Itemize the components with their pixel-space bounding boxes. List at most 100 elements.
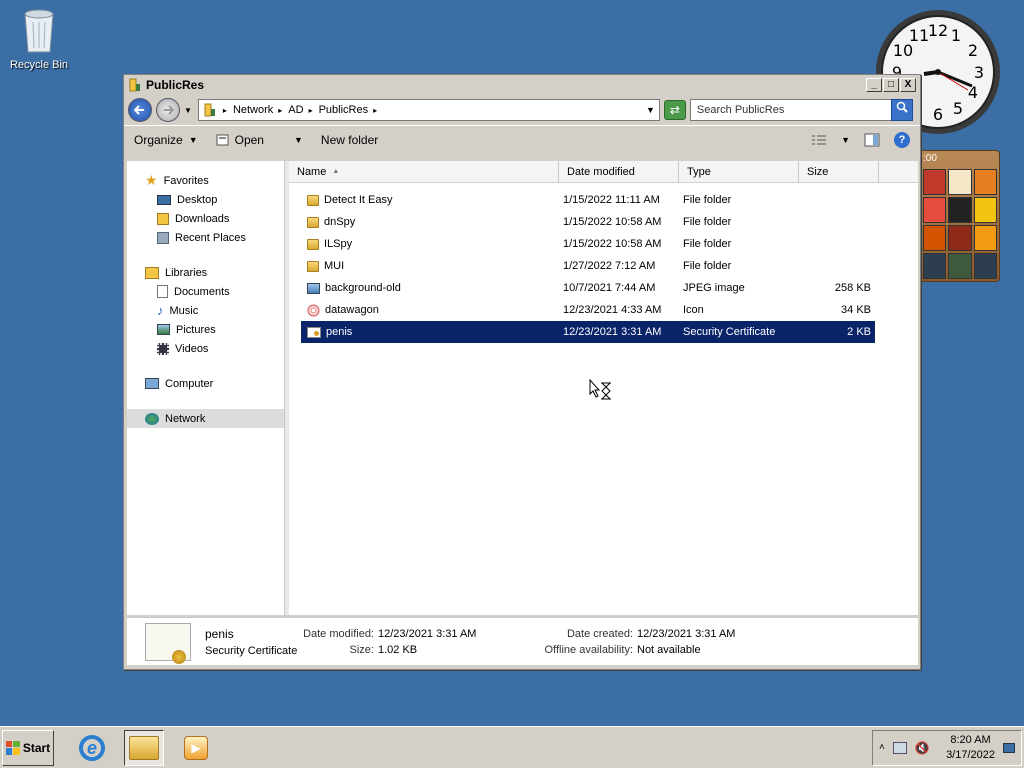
libraries-icon <box>145 266 159 279</box>
breadcrumb-arrow-icon[interactable]: ▸ <box>223 106 227 115</box>
nav-desktop[interactable]: Desktop <box>127 190 284 209</box>
history-dropdown-icon[interactable]: ▼ <box>184 106 192 115</box>
command-bar: Organize ▼ Open ▼ New folder ▼ ? <box>124 125 920 153</box>
file-date: 1/15/2022 10:58 AM <box>563 238 662 250</box>
help-button[interactable]: ? <box>894 131 910 148</box>
clock-number-1: 1 <box>951 26 961 45</box>
clock-number-12: 12 <box>928 21 948 40</box>
windows-explorer-icon <box>129 735 159 760</box>
videos-icon <box>157 342 169 355</box>
notification-area: ˄ 🔇 8:20 AM 3/17/2022 <box>872 729 1022 766</box>
file-size: 2 KB <box>847 326 871 338</box>
file-row[interactable]: dnSpy 1/15/2022 10:58 AM File folder <box>301 211 875 233</box>
minimize-button[interactable]: _ <box>866 78 882 92</box>
address-dropdown-icon[interactable]: ▼ <box>646 105 655 115</box>
column-label: Type <box>687 165 711 178</box>
preview-pane-icon[interactable] <box>864 133 880 147</box>
breadcrumb-arrow-icon: ▸ <box>308 105 313 115</box>
network-tray-icon[interactable] <box>892 741 907 754</box>
folder-icon <box>307 238 319 250</box>
breadcrumb-publicres[interactable]: PublicRes ▸ <box>319 104 378 116</box>
file-row[interactable]: MUI 1/27/2022 7:12 AM File folder <box>301 255 875 277</box>
column-label: Size <box>807 165 829 178</box>
address-bar[interactable]: ▸ Network ▸ AD ▸ PublicRes ▸ ▼ <box>197 99 660 121</box>
close-button[interactable]: X <box>900 78 916 92</box>
nav-documents[interactable]: Documents <box>127 282 284 301</box>
file-size: 258 KB <box>834 282 871 294</box>
file-row-selected[interactable]: penis 12/23/2021 3:31 AM Security Certif… <box>301 321 875 343</box>
volume-muted-icon[interactable]: 🔇 <box>915 741 930 755</box>
column-header-size[interactable]: Size <box>799 161 879 182</box>
navigation-pane: ★ Favorites Desktop Downloads Recent Pla… <box>127 161 285 615</box>
nav-recent-places[interactable]: Recent Places <box>127 228 284 247</box>
window-title: PublicRes <box>146 78 205 92</box>
refresh-button[interactable]: ⇄ <box>663 100 686 120</box>
windows-explorer-button[interactable] <box>124 729 164 766</box>
start-label: Start <box>22 740 51 755</box>
file-row[interactable]: ILSpy 1/15/2022 10:58 AM File folder <box>301 233 875 255</box>
file-date: 1/15/2022 10:58 AM <box>563 216 662 228</box>
file-name: datawagon <box>325 304 379 316</box>
open-label: Open <box>234 132 264 147</box>
internet-explorer-button[interactable]: e <box>72 730 112 766</box>
music-icon: ♪ <box>157 303 164 318</box>
explorer-body: ★ Favorites Desktop Downloads Recent Pla… <box>127 161 918 615</box>
nav-videos[interactable]: Videos <box>127 339 284 358</box>
column-header-date[interactable]: Date modified <box>559 161 679 182</box>
file-row[interactable]: background-old 10/7/2021 7:44 AM JPEG im… <box>301 277 875 299</box>
nav-pictures[interactable]: Pictures <box>127 320 284 339</box>
search-input[interactable]: Search PublicRes <box>689 99 913 121</box>
details-file-name: penis <box>205 626 234 641</box>
back-button[interactable] <box>128 98 152 122</box>
network-folder-icon <box>204 103 215 117</box>
star-icon: ★ <box>145 172 158 188</box>
show-hidden-icons-icon[interactable]: ˄ <box>879 742 885 753</box>
show-desktop-icon[interactable] <box>1003 742 1015 753</box>
puzzle-grid[interactable] <box>923 169 997 279</box>
breadcrumb-network[interactable]: Network ▸ <box>233 104 282 116</box>
column-header-name[interactable]: Name ▲ <box>289 161 559 182</box>
nav-label: Recent Places <box>175 231 246 244</box>
views-dropdown-icon[interactable]: ▼ <box>841 135 850 145</box>
file-type: Security Certificate <box>683 326 776 338</box>
clock-tray[interactable]: 8:20 AM 3/17/2022 <box>946 733 995 763</box>
nav-favorites[interactable]: ★ Favorites <box>127 171 284 190</box>
column-header-type[interactable]: Type <box>679 161 799 182</box>
nav-computer[interactable]: Computer <box>127 374 284 393</box>
details-file-type: Security Certificate <box>205 644 298 657</box>
title-bar[interactable]: PublicRes _ □ X <box>124 75 920 95</box>
picture-puzzle-gadget[interactable]: :00 <box>918 150 1000 282</box>
nav-downloads[interactable]: Downloads <box>127 209 284 228</box>
file-date: 1/15/2022 11:11 AM <box>563 194 660 206</box>
forward-button[interactable] <box>156 98 180 122</box>
details-offline: Not available <box>637 643 701 656</box>
clock-number-2: 2 <box>968 41 978 60</box>
recycle-bin[interactable]: Recycle Bin <box>8 6 70 71</box>
documents-icon <box>157 285 168 298</box>
breadcrumb-ad[interactable]: AD ▸ <box>288 104 312 116</box>
organize-button[interactable]: Organize ▼ <box>134 133 198 147</box>
file-row[interactable]: Detect It Easy 1/15/2022 11:11 AM File f… <box>301 189 875 211</box>
nav-libraries[interactable]: Libraries <box>127 263 284 282</box>
file-name: penis <box>326 326 353 338</box>
open-button[interactable]: Open ▼ <box>216 133 303 147</box>
folder-icon <box>307 216 319 228</box>
nav-label: Network <box>165 412 206 425</box>
nav-network[interactable]: Network <box>127 409 284 428</box>
media-player-button[interactable]: ▶ <box>176 730 216 766</box>
details-offline-label: Offline availability: <box>544 643 633 656</box>
new-folder-button[interactable]: New folder <box>321 133 378 147</box>
maximize-button[interactable]: □ <box>883 78 899 92</box>
computer-icon <box>145 378 159 389</box>
arrow-left-icon <box>134 105 144 115</box>
windows-logo-icon <box>5 740 20 755</box>
file-name: dnSpy <box>324 216 356 228</box>
file-row[interactable]: datawagon 12/23/2021 4:33 AM Icon 34 KB <box>301 299 875 321</box>
nav-music[interactable]: ♪ Music <box>127 301 284 320</box>
search-button[interactable] <box>890 99 913 121</box>
desktop-icon <box>157 194 171 205</box>
start-button[interactable]: Start <box>2 729 54 766</box>
views-icon[interactable] <box>811 134 827 146</box>
taskbar: Start e ▶ ˄ 🔇 8:20 AM 3/17/2022 <box>0 726 1024 768</box>
icon-file-icon <box>307 303 320 317</box>
